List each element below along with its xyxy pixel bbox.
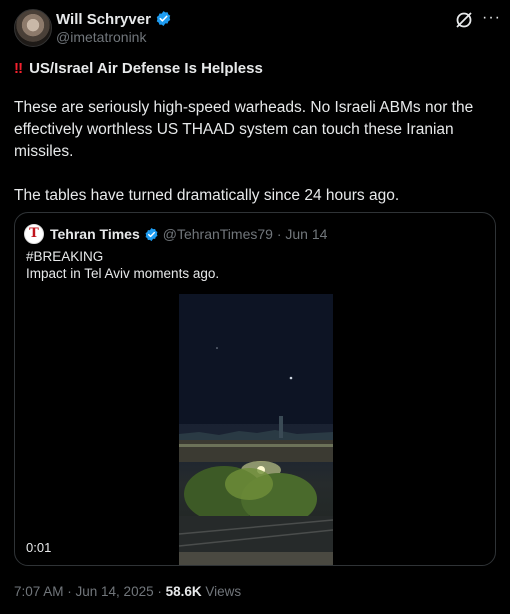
quoted-hashtag[interactable]: #BREAKING	[26, 249, 103, 264]
quoted-text: Impact in Tel Aviv moments ago.	[26, 266, 220, 281]
post-timestamp[interactable]: 7:07 AM · Jun 14, 2025 ·	[14, 584, 162, 599]
author-name[interactable]: Will Schryver	[56, 11, 151, 28]
quoted-author-handle[interactable]: @TehranTimes79	[163, 226, 273, 242]
video-frame	[179, 294, 333, 565]
grok-icon[interactable]	[454, 10, 474, 30]
post-paragraph: The tables have turned dramatically sinc…	[14, 187, 400, 204]
quoted-avatar[interactable]: T	[24, 224, 44, 244]
post-body: These are seriously high-speed warheads.…	[14, 97, 484, 229]
post-headline: ‼ US/Israel Air Defense Is Helpless	[14, 60, 263, 77]
more-options-icon[interactable]: ···	[482, 10, 501, 26]
verified-badge-icon	[144, 227, 159, 245]
views-count: 58.6K	[165, 584, 202, 599]
video-player[interactable]	[179, 294, 333, 565]
post-paragraph: These are seriously high-speed warheads.…	[14, 99, 474, 160]
quoted-date[interactable]: Jun 14	[285, 226, 327, 242]
video-timestamp: 0:01	[26, 540, 52, 555]
headline-text: US/Israel Air Defense Is Helpless	[29, 60, 263, 77]
double-exclamation-icon: ‼	[14, 60, 24, 77]
author-avatar[interactable]	[14, 9, 52, 47]
post-footer: 7:07 AM · Jun 14, 2025 · 58.6K Views	[14, 584, 241, 599]
quoted-author-name[interactable]: Tehran Times	[50, 226, 140, 242]
quoted-header[interactable]: Tehran Times @TehranTimes79 · Jun 14	[50, 226, 327, 245]
views-label: Views	[205, 584, 242, 599]
author-name-row[interactable]: Will Schryver	[56, 10, 172, 31]
author-handle[interactable]: @imetatronink	[56, 29, 146, 45]
verified-badge-icon	[155, 10, 172, 31]
